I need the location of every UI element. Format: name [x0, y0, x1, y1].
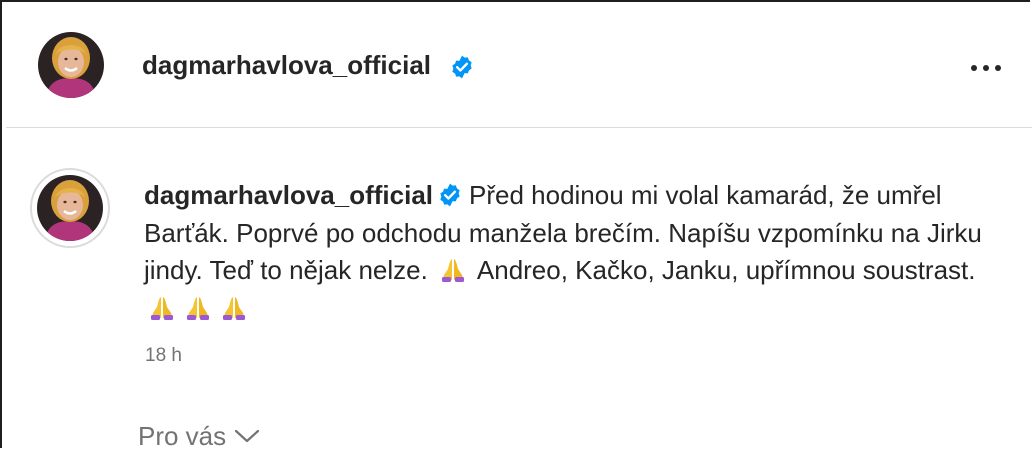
post-panel: dagmarhavlova_official dagmarhavlova_off…	[0, 0, 1032, 451]
chevron-down-icon	[235, 429, 260, 443]
folded-hands-emoji-icon	[187, 296, 209, 320]
more-options-button[interactable]	[962, 54, 1010, 82]
post-header: dagmarhavlova_official	[6, 4, 1032, 128]
folded-hands-emoji-icon	[442, 259, 465, 282]
avatar[interactable]	[37, 175, 103, 241]
for-you-toggle[interactable]: Pro vás	[138, 420, 260, 452]
more-horizontal-icon	[971, 65, 977, 71]
caption-text: dagmarhavlova_official Před hodinou mi v…	[144, 177, 1014, 327]
avatar[interactable]	[38, 32, 104, 98]
avatar-image	[37, 175, 103, 241]
caption-username[interactable]: dagmarhavlova_official	[144, 180, 433, 210]
post-username[interactable]: dagmarhavlova_official	[142, 48, 431, 82]
verified-badge-icon	[440, 183, 460, 207]
avatar-image	[38, 32, 104, 98]
caption-body-2: Andreo, Kačko, Janku, upřímnou soustrast…	[476, 255, 976, 285]
verified-badge-icon	[452, 55, 472, 79]
caption-avatar-ring[interactable]	[30, 168, 110, 248]
post-timestamp[interactable]: 18 h	[145, 344, 182, 368]
for-you-label: Pro vás	[138, 421, 227, 451]
folded-hands-emoji-icon	[151, 296, 173, 320]
folded-hands-emoji-icon	[223, 296, 245, 320]
